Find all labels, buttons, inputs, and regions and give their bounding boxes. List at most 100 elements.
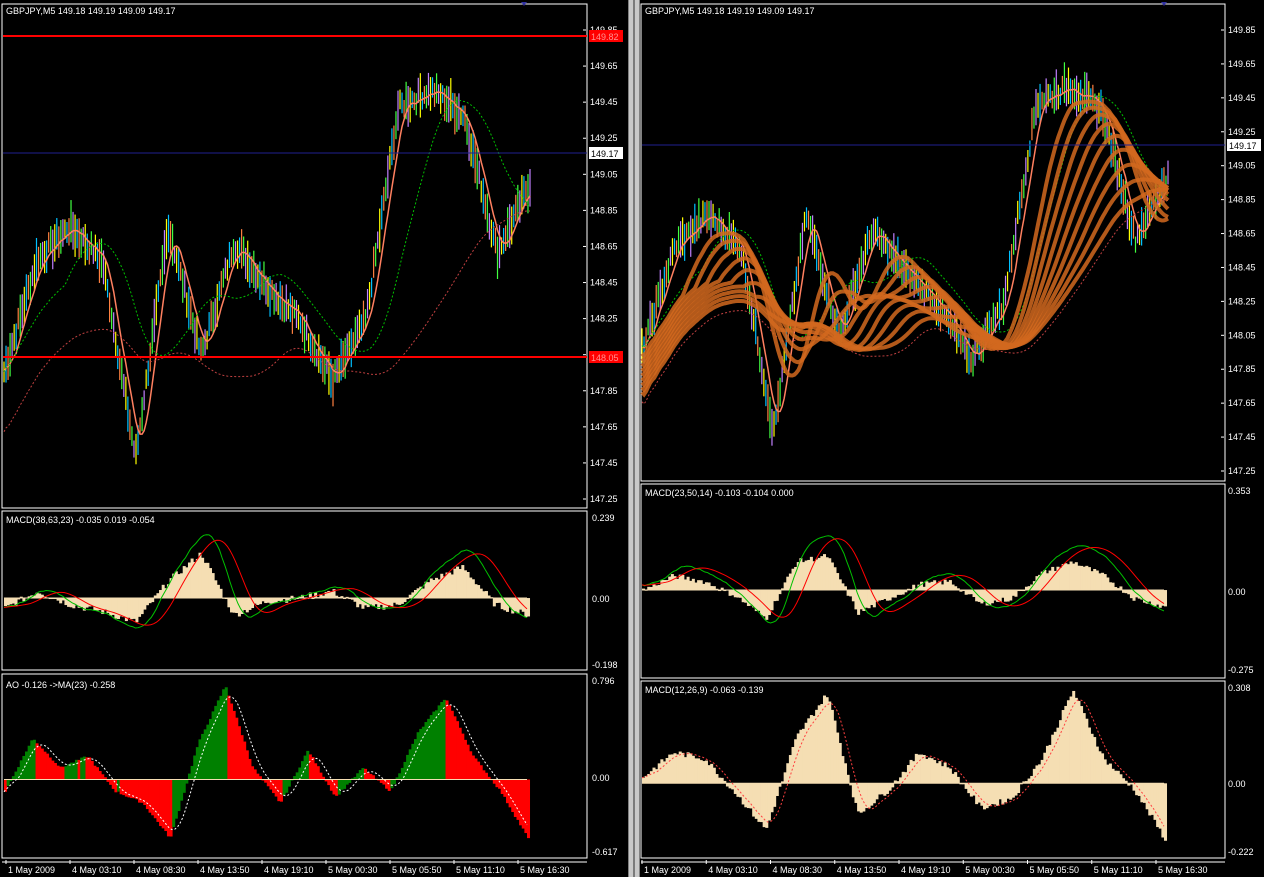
histogram-bar (1080, 565, 1084, 591)
histogram-bar (933, 760, 937, 784)
histogram-bar (815, 559, 819, 591)
histogram-bar (22, 755, 26, 780)
histogram-bar (689, 580, 693, 591)
histogram-bar (1098, 573, 1102, 591)
histogram-bar (240, 735, 244, 780)
histogram-bar (941, 766, 945, 784)
histogram-bar (59, 598, 63, 604)
right-chart-window[interactable]: GBPJPY,M5 149.18 149.19 149.09 149.17 14… (640, 0, 1264, 877)
histogram-bar (694, 582, 698, 591)
histogram-bar (1017, 783, 1021, 793)
histogram-bar (93, 765, 97, 780)
histogram-bar (272, 779, 276, 794)
histogram-bar (140, 598, 144, 615)
histogram-bar (392, 598, 396, 603)
histogram-bar (311, 757, 315, 780)
histogram-bar (14, 771, 18, 780)
histogram-bar (1156, 590, 1160, 605)
histogram-bar (699, 580, 703, 591)
histogram-bar (697, 580, 701, 591)
histogram-bar (93, 598, 97, 611)
histogram-bar (216, 700, 220, 780)
histogram-bar (43, 751, 47, 780)
ao-tick-zero: 0.00 (592, 773, 610, 783)
histogram-bar (201, 557, 205, 599)
price-tick-label: 148.65 (590, 241, 618, 251)
histogram-bar (712, 586, 716, 591)
histogram-bar (1090, 733, 1094, 784)
histogram-bar (954, 586, 958, 591)
histogram-bar (143, 598, 147, 610)
histogram-bar (975, 590, 979, 602)
histogram-bar (1080, 706, 1084, 784)
time-tick-label: 5 May 16:30 (520, 865, 570, 875)
histogram-bar (387, 779, 391, 791)
histogram-bar (691, 578, 695, 591)
histogram-bar (1087, 567, 1091, 591)
histogram-bar (353, 598, 357, 602)
histogram-bar (817, 557, 821, 591)
price-tick-label: 149.45 (1228, 93, 1256, 103)
histogram-bar (35, 743, 39, 780)
right-price-plot (640, 62, 1170, 446)
histogram-bar (977, 783, 981, 803)
histogram-bar (124, 779, 128, 797)
histogram-bar (148, 598, 152, 604)
histogram-bar (190, 765, 194, 780)
histogram-bar (891, 783, 895, 788)
histogram-bar (174, 779, 178, 819)
histogram-bar (185, 567, 189, 599)
histogram-bar (969, 783, 973, 797)
histogram-bar (1066, 700, 1070, 784)
histogram-bar (1014, 783, 1018, 796)
histogram-bar (967, 783, 971, 794)
histogram-bar (906, 765, 910, 784)
histogram-bar (400, 767, 404, 780)
histogram-bar (19, 760, 23, 780)
histogram-bar (387, 598, 391, 606)
histogram-bar (833, 720, 837, 784)
histogram-bar (190, 558, 194, 599)
window-splitter[interactable] (628, 0, 640, 877)
histogram-bar (998, 590, 1002, 603)
macd2-tick-bottom: -0.222 (1228, 847, 1254, 857)
histogram-bar (156, 593, 160, 599)
histogram-bar (156, 779, 160, 822)
histogram-bar (1030, 775, 1034, 784)
macd-tick-top: 0.239 (592, 513, 615, 523)
histogram-bar (180, 779, 184, 801)
time-tick-label: 4 May 19:10 (901, 865, 951, 875)
histogram-bar (778, 590, 782, 595)
histogram-bar (765, 590, 769, 620)
histogram-bar (941, 584, 945, 591)
histogram-bar (1106, 764, 1110, 784)
histogram-bar (752, 783, 756, 817)
histogram-bar (660, 580, 664, 591)
price-tick-label: 147.65 (590, 422, 618, 432)
histogram-bar (996, 783, 1000, 806)
histogram-bar (665, 757, 669, 784)
histogram-bar (1153, 783, 1157, 820)
left-chart-window[interactable]: GBPJPY,M5 149.18 149.19 149.09 149.17 14… (0, 0, 628, 877)
histogram-bar (442, 576, 446, 599)
histogram-bar (513, 598, 517, 612)
price-tick-label: 148.25 (590, 314, 618, 324)
histogram-bar (948, 580, 952, 591)
histogram-bar (943, 762, 947, 784)
left-symbol-header: GBPJPY,M5 149.18 149.19 149.09 149.17 (6, 6, 175, 16)
time-tick-label: 4 May 19:10 (264, 865, 314, 875)
histogram-bar (421, 726, 425, 780)
histogram-bar (214, 580, 218, 599)
histogram-bar (864, 590, 868, 608)
histogram-bar (61, 766, 65, 780)
histogram-bar (1095, 746, 1099, 784)
histogram-bar (676, 578, 680, 591)
histogram-bar (825, 697, 829, 784)
histogram-bar (437, 705, 441, 780)
histogram-bar (796, 733, 800, 784)
histogram-bar (251, 766, 255, 780)
histogram-bar (298, 767, 302, 780)
histogram-bar (466, 744, 470, 780)
histogram-bar (841, 756, 845, 784)
histogram-bar (211, 573, 215, 599)
